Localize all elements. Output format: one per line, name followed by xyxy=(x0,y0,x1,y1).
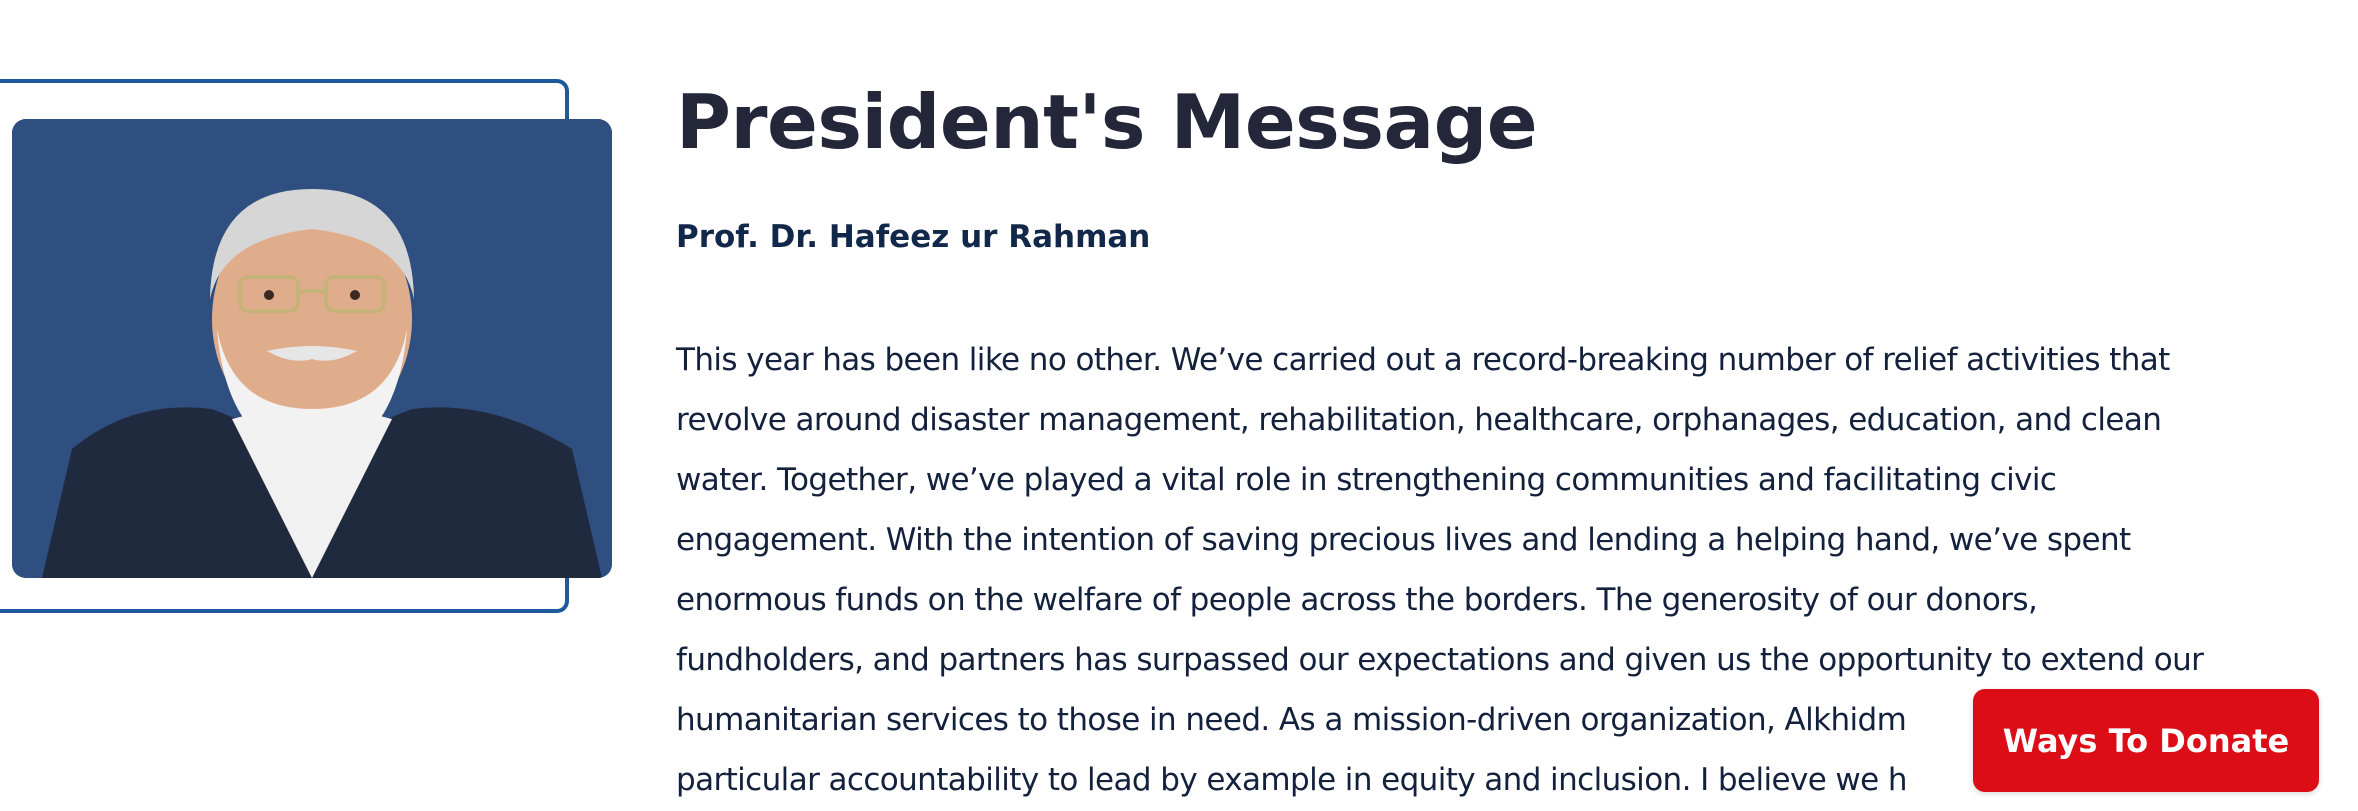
message-line: fundholders, and partners has surpassed … xyxy=(676,642,2204,678)
message-line: revolve around disaster management, reha… xyxy=(676,402,2162,438)
author-name: Prof. Dr. Hafeez ur Rahman xyxy=(676,219,1151,255)
message-line: water. Together, we’ve played a vital ro… xyxy=(676,462,2057,498)
page: President's Message Prof. Dr. Hafeez ur … xyxy=(0,0,2358,811)
message-line: engagement. With the intention of saving… xyxy=(676,522,2131,558)
president-portrait xyxy=(12,119,612,578)
portrait-illustration xyxy=(12,119,612,578)
page-title: President's Message xyxy=(676,78,1538,166)
message-line: This year has been like no other. We’ve … xyxy=(676,342,2170,378)
ways-to-donate-button[interactable]: Ways To Donate xyxy=(1973,689,2319,792)
message-line: enormous funds on the welfare of people … xyxy=(676,582,2038,618)
